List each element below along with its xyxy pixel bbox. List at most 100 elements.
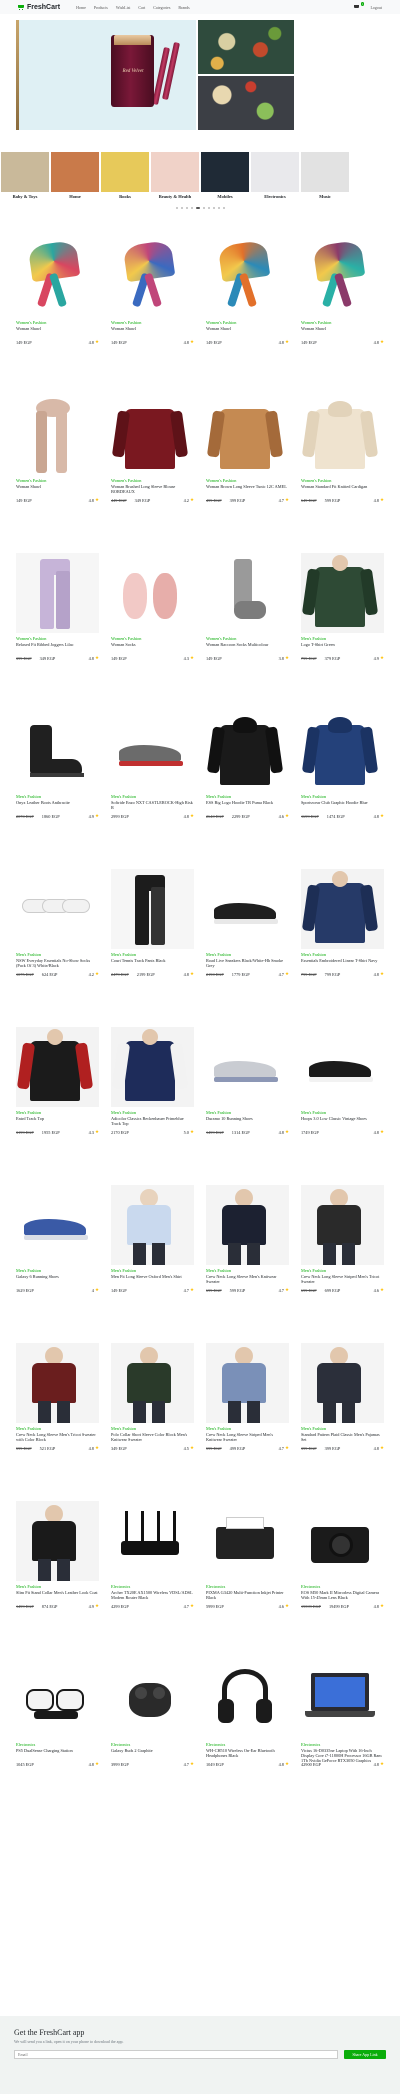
product-card[interactable]: Men's Fashion Men Fit Long Sleeve Oxford … xyxy=(111,1179,194,1337)
slider-dot[interactable] xyxy=(217,207,220,209)
product-image[interactable] xyxy=(16,1027,99,1107)
product-card[interactable]: Men's Fashion Polo Collar Short Sleeve Co… xyxy=(111,1337,194,1495)
slider-dot[interactable] xyxy=(180,207,183,209)
product-card[interactable]: Men's Fashion Logo T-Shirt Green 799 EGP 37… xyxy=(301,547,384,705)
product-image[interactable] xyxy=(16,1501,99,1581)
product-image[interactable] xyxy=(206,237,289,317)
product-card[interactable]: Women's Fashion Woman Shawl 149 EGP 4.8 ★ xyxy=(16,231,99,389)
product-image[interactable] xyxy=(16,1343,99,1423)
product-card[interactable]: Electronics Galaxy Buds 2 Graphite 3999 EG… xyxy=(111,1653,194,1811)
product-image[interactable] xyxy=(301,1501,384,1581)
product-image[interactable] xyxy=(111,711,194,791)
product-image[interactable] xyxy=(301,1343,384,1423)
product-card[interactable]: Electronics EOS M50 Mark II Mirrorless Di… xyxy=(301,1495,384,1653)
nav-link-home[interactable]: Home xyxy=(76,5,86,10)
product-image[interactable] xyxy=(301,237,384,317)
share-app-link-button[interactable]: Share App Link xyxy=(344,2050,386,2059)
product-card[interactable]: Men's Fashion NSW Everyday Essentials No-… xyxy=(16,863,99,1021)
slider-dot[interactable] xyxy=(195,207,200,209)
product-card[interactable]: Men's Fashion Onyx Leather Boots Anthraci… xyxy=(16,705,99,863)
brand-logo[interactable]: FreshCart xyxy=(18,4,60,11)
product-card[interactable]: Men's Fashion Adicolor Classics Beckenbau… xyxy=(111,1021,194,1179)
product-card[interactable]: Women's Fashion Woman Shawl 149 EGP 4.8 ★ xyxy=(206,231,289,389)
product-card[interactable]: Men's Fashion Crew Neck Long Sleeve Strip… xyxy=(301,1179,384,1337)
product-image[interactable] xyxy=(301,395,384,475)
nav-link-brands[interactable]: Brands xyxy=(178,5,189,10)
product-image[interactable] xyxy=(111,1659,194,1739)
email-input[interactable] xyxy=(14,2050,338,2059)
product-image[interactable] xyxy=(206,1343,289,1423)
side-banner-food[interactable] xyxy=(198,20,294,74)
product-card[interactable]: Men's Fashion Road Live Sneakers Black/Wh… xyxy=(206,863,289,1021)
side-banner-food[interactable] xyxy=(198,76,294,130)
nav-link-wishlist[interactable]: WishList xyxy=(116,5,131,10)
product-image[interactable] xyxy=(111,1185,194,1265)
product-image[interactable] xyxy=(206,711,289,791)
product-card[interactable]: Women's Fashion Relaxed Fit Ribbed Jogger… xyxy=(16,547,99,705)
product-image[interactable] xyxy=(111,395,194,475)
product-card[interactable]: Electronics Victus 16-D0335ne Laptop With… xyxy=(301,1653,384,1811)
product-card[interactable]: Men's Fashion Crew Neck Long Sleeve Men's… xyxy=(16,1337,99,1495)
product-image[interactable] xyxy=(206,1659,289,1739)
product-card[interactable]: Electronics Archer TX20E AX1500 Wireless … xyxy=(111,1495,194,1653)
cart-icon[interactable]: 1 xyxy=(354,2,365,10)
product-image[interactable] xyxy=(301,869,384,949)
product-card[interactable]: Men's Fashion Galaxy 6 Running Shoes 1629 … xyxy=(16,1179,99,1337)
product-image[interactable] xyxy=(16,395,99,475)
product-image[interactable] xyxy=(111,1027,194,1107)
product-card[interactable]: Men's Fashion Hoops 3.0 Low Classic Vinta… xyxy=(301,1021,384,1179)
product-card[interactable]: Electronics WH-CH510 Wireless On-Ear Blue… xyxy=(206,1653,289,1811)
product-card[interactable]: Men's Fashion Duramo 10 Running Shoes 1499… xyxy=(206,1021,289,1179)
product-image[interactable] xyxy=(301,1185,384,1265)
category-card[interactable]: Home xyxy=(51,152,99,199)
nav-link-cart[interactable]: Cart xyxy=(138,5,145,10)
product-image[interactable] xyxy=(16,1659,99,1739)
product-card[interactable]: Men's Fashion Crew Neck Long Sleeve Strip… xyxy=(206,1337,289,1495)
product-image[interactable] xyxy=(301,1027,384,1107)
product-card[interactable]: Women's Fashion Woman Raccoon Socks Multi… xyxy=(206,547,289,705)
product-card[interactable]: Men's Fashion Entrd Track Top 3199 EGP 1955… xyxy=(16,1021,99,1179)
product-card[interactable]: Men's Fashion Slim Fit Stand Collar Men's… xyxy=(16,1495,99,1653)
logout-link[interactable]: Logout xyxy=(370,5,382,10)
category-card[interactable]: Mobiles xyxy=(201,152,249,199)
product-card[interactable]: Women's Fashion Woman Shawl 149 EGP 4.8 ★ xyxy=(16,389,99,547)
product-image[interactable] xyxy=(206,1501,289,1581)
product-card[interactable]: Women's Fashion Woman Standard Fit Knitte… xyxy=(301,389,384,547)
product-card[interactable]: Electronics PIXMA G3420 Multi-Function In… xyxy=(206,1495,289,1653)
product-image[interactable] xyxy=(301,1659,384,1739)
product-card[interactable]: Men's Fashion Crew Neck Long Sleeve Men's… xyxy=(206,1179,289,1337)
product-image[interactable] xyxy=(301,711,384,791)
product-image[interactable] xyxy=(206,1185,289,1265)
product-image[interactable] xyxy=(111,1343,194,1423)
slider-dot[interactable] xyxy=(207,207,210,209)
product-card[interactable]: Men's Fashion Softride Enzo NXT CASTLEROC… xyxy=(111,705,194,863)
product-image[interactable] xyxy=(16,1185,99,1265)
product-card[interactable]: Men's Fashion Standard Pattern Plaid Clas… xyxy=(301,1337,384,1495)
slider-dot[interactable] xyxy=(202,207,205,209)
product-image[interactable] xyxy=(16,553,99,633)
product-card[interactable]: Men's Fashion Court Tennis Track Pants Bl… xyxy=(111,863,194,1021)
category-card[interactable]: Books xyxy=(101,152,149,199)
product-card[interactable]: Men's Fashion ESS Big Logo Hoodie TR Puma… xyxy=(206,705,289,863)
product-image[interactable] xyxy=(111,237,194,317)
category-card[interactable]: Electronics xyxy=(251,152,299,199)
product-image[interactable] xyxy=(301,553,384,633)
hero-main-banner[interactable]: Red Velvet xyxy=(16,20,196,130)
product-image[interactable] xyxy=(16,711,99,791)
product-card[interactable]: Women's Fashion Woman Brown Long Sleeve T… xyxy=(206,389,289,547)
product-card[interactable]: Women's Fashion Woman Brushed Long Sleeve… xyxy=(111,389,194,547)
product-image[interactable] xyxy=(111,553,194,633)
product-image[interactable] xyxy=(16,869,99,949)
product-image[interactable] xyxy=(111,869,194,949)
product-card[interactable]: Women's Fashion Woman Shawl 149 EGP 4.8 ★ xyxy=(301,231,384,389)
product-card[interactable]: Men's Fashion Essentials Embroidered Line… xyxy=(301,863,384,1021)
product-image[interactable] xyxy=(206,395,289,475)
category-card[interactable]: Music xyxy=(301,152,349,199)
category-card[interactable]: Baby & Toys xyxy=(1,152,49,199)
product-card[interactable]: Women's Fashion Woman Socks 149 EGP 4.3 ★ xyxy=(111,547,194,705)
product-image[interactable] xyxy=(16,237,99,317)
slider-dot[interactable] xyxy=(212,207,215,209)
slider-dot[interactable] xyxy=(222,207,225,209)
product-card[interactable]: Women's Fashion Woman Shawl 149 EGP 4.8 ★ xyxy=(111,231,194,389)
nav-link-categories[interactable]: Categories xyxy=(153,5,170,10)
